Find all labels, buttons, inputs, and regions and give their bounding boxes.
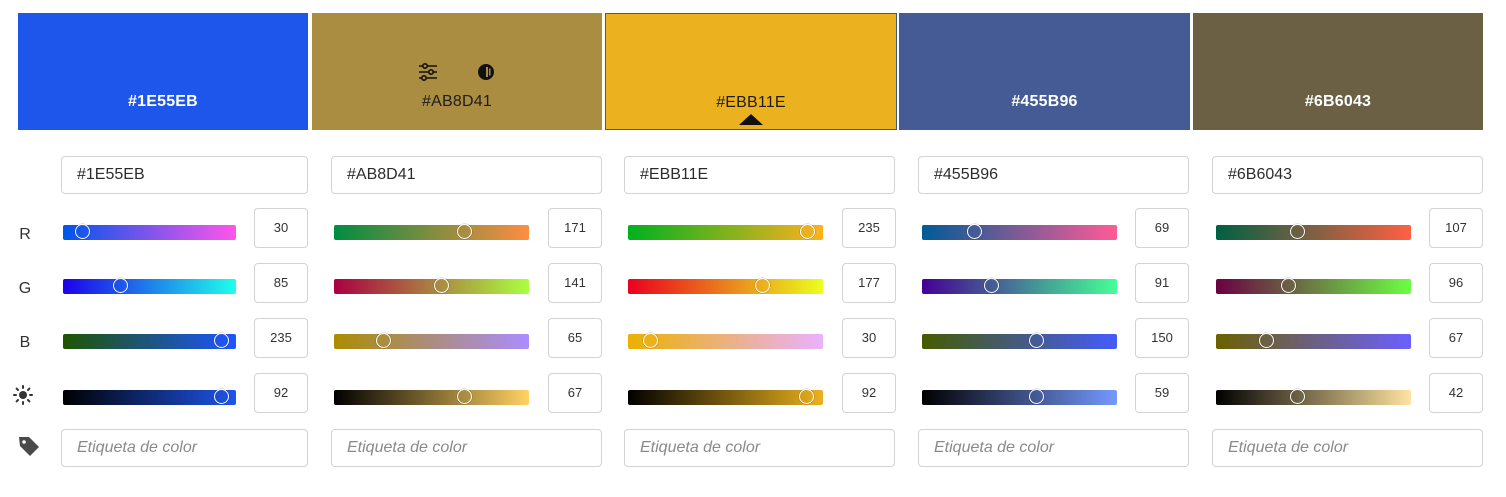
row-label-green: G bbox=[18, 280, 32, 297]
swatch-hex-label: #6B6043 bbox=[1304, 93, 1372, 110]
slider-g[interactable] bbox=[628, 278, 823, 294]
slider-knob[interactable] bbox=[112, 278, 128, 293]
slider-knob[interactable] bbox=[214, 389, 230, 404]
value-box-g[interactable]: 91 bbox=[1135, 263, 1189, 303]
swatch-2[interactable]: #AB8D41 bbox=[312, 13, 602, 130]
color-tag-input[interactable] bbox=[1212, 429, 1483, 467]
value-box-brightness[interactable]: 42 bbox=[1429, 373, 1483, 413]
slider-knob[interactable] bbox=[755, 278, 771, 293]
tag-icon bbox=[19, 437, 39, 456]
swatch-tools bbox=[312, 61, 602, 83]
slider-knob[interactable] bbox=[375, 333, 391, 348]
row-label-blue: B bbox=[19, 334, 31, 351]
slider-knob[interactable] bbox=[966, 224, 982, 239]
brightness-icon bbox=[13, 385, 33, 405]
value-box-b[interactable]: 235 bbox=[254, 318, 308, 358]
swatch-hex-label: #AB8D41 bbox=[422, 93, 492, 110]
swatch-1[interactable]: #1E55EB bbox=[18, 13, 308, 130]
swatch-4[interactable]: #455B96 bbox=[899, 13, 1190, 130]
swatch-5[interactable]: #6B6043 bbox=[1193, 13, 1483, 130]
value-box-g[interactable]: 177 bbox=[842, 263, 896, 303]
slider-b[interactable] bbox=[628, 333, 823, 349]
color-tag-input[interactable] bbox=[624, 429, 895, 467]
slider-g[interactable] bbox=[1216, 278, 1411, 294]
slider-knob[interactable] bbox=[456, 389, 472, 404]
slider-b[interactable] bbox=[63, 333, 236, 349]
value-box-brightness[interactable]: 92 bbox=[254, 373, 308, 413]
color-tag-input[interactable] bbox=[918, 429, 1189, 467]
swatch-hex-label: #455B96 bbox=[1011, 93, 1078, 110]
value-box-b[interactable]: 65 bbox=[548, 318, 602, 358]
selected-caret-icon bbox=[739, 114, 763, 125]
hex-input[interactable] bbox=[624, 156, 895, 194]
slider-r[interactable] bbox=[628, 224, 823, 240]
slider-r[interactable] bbox=[1216, 224, 1411, 240]
hex-input[interactable] bbox=[61, 156, 308, 194]
slider-knob[interactable] bbox=[1029, 389, 1045, 404]
slider-b[interactable] bbox=[922, 333, 1117, 349]
value-box-r[interactable]: 69 bbox=[1135, 208, 1189, 248]
hex-input[interactable] bbox=[331, 156, 602, 194]
slider-knob[interactable] bbox=[433, 278, 449, 293]
value-box-r[interactable]: 107 bbox=[1429, 208, 1483, 248]
slider-brightness[interactable] bbox=[1216, 389, 1411, 405]
slider-r[interactable] bbox=[334, 224, 529, 240]
slider-knob[interactable] bbox=[642, 333, 658, 348]
row-label-red: R bbox=[19, 226, 31, 243]
hex-input[interactable] bbox=[918, 156, 1189, 194]
value-box-brightness[interactable]: 59 bbox=[1135, 373, 1189, 413]
slider-knob[interactable] bbox=[799, 389, 815, 404]
value-box-r[interactable]: 235 bbox=[842, 208, 896, 248]
color-tag-input[interactable] bbox=[331, 429, 602, 467]
value-box-brightness[interactable]: 92 bbox=[842, 373, 896, 413]
slider-knob[interactable] bbox=[799, 224, 815, 239]
value-box-b[interactable]: 150 bbox=[1135, 318, 1189, 358]
slider-brightness[interactable] bbox=[334, 389, 529, 405]
value-box-g[interactable]: 141 bbox=[548, 263, 602, 303]
slider-knob[interactable] bbox=[214, 333, 230, 348]
slider-r[interactable] bbox=[63, 224, 236, 240]
slider-g[interactable] bbox=[922, 278, 1117, 294]
slider-knob[interactable] bbox=[1259, 333, 1275, 348]
slider-brightness[interactable] bbox=[922, 389, 1117, 405]
value-box-brightness[interactable]: 67 bbox=[548, 373, 602, 413]
swatch-3-selected[interactable]: #EBB11E bbox=[605, 13, 897, 130]
slider-knob[interactable] bbox=[983, 278, 999, 293]
value-box-b[interactable]: 67 bbox=[1429, 318, 1483, 358]
slider-b[interactable] bbox=[334, 333, 529, 349]
slider-knob[interactable] bbox=[1281, 278, 1297, 293]
value-box-r[interactable]: 171 bbox=[548, 208, 602, 248]
slider-knob[interactable] bbox=[1289, 389, 1305, 404]
color-tag-input[interactable] bbox=[61, 429, 308, 467]
slider-brightness[interactable] bbox=[628, 389, 823, 405]
value-box-g[interactable]: 85 bbox=[254, 263, 308, 303]
contrast-icon[interactable] bbox=[475, 61, 497, 83]
slider-brightness[interactable] bbox=[63, 389, 236, 405]
slider-g[interactable] bbox=[334, 278, 529, 294]
swatch-hex-label: #EBB11E bbox=[716, 94, 786, 111]
hex-input[interactable] bbox=[1212, 156, 1483, 194]
swatch-hex-label: #1E55EB bbox=[128, 93, 198, 110]
slider-knob[interactable] bbox=[1289, 224, 1305, 239]
slider-b[interactable] bbox=[1216, 333, 1411, 349]
slider-r[interactable] bbox=[922, 224, 1117, 240]
slider-knob[interactable] bbox=[75, 224, 91, 239]
value-box-r[interactable]: 30 bbox=[254, 208, 308, 248]
adjust-sliders-icon[interactable] bbox=[417, 61, 439, 83]
value-box-g[interactable]: 96 bbox=[1429, 263, 1483, 303]
value-box-b[interactable]: 30 bbox=[842, 318, 896, 358]
slider-knob[interactable] bbox=[456, 224, 472, 239]
slider-knob[interactable] bbox=[1028, 333, 1044, 348]
slider-g[interactable] bbox=[63, 278, 236, 294]
